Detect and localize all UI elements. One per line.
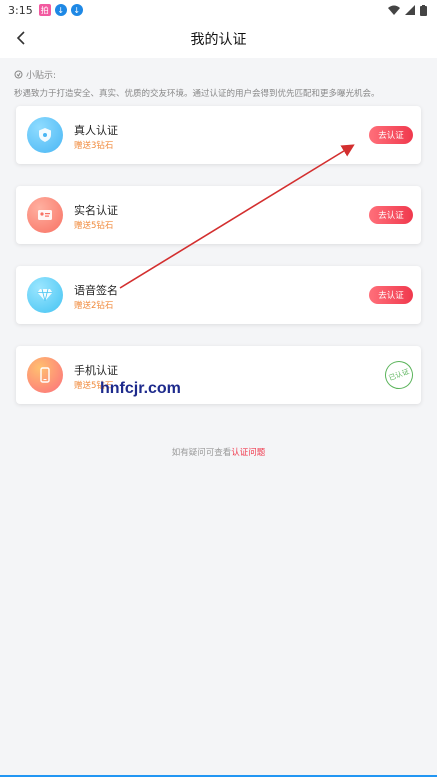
wifi-icon	[388, 5, 400, 15]
help-line: 如有疑问可查看认证问题	[0, 446, 437, 458]
chevron-left-icon	[16, 31, 25, 45]
verify-card-real-name: 实名认证 赠送5钻石 去认证	[16, 186, 421, 244]
shield-icon	[39, 128, 51, 142]
card-icon-wrapper	[27, 197, 63, 233]
tip-title: 小贴示:	[26, 71, 57, 81]
phone-icon	[40, 367, 50, 383]
card-icon-wrapper	[27, 117, 63, 153]
status-bar: 3:15 拍 ↓ ↓	[0, 0, 437, 20]
help-link[interactable]: 认证问题	[231, 448, 265, 458]
download-icon: ↓	[70, 4, 83, 16]
page-title: 我的认证	[190, 32, 247, 48]
id-card-icon	[38, 210, 52, 220]
battery-icon	[420, 4, 427, 16]
tip-text: 秒遇致力于打造安全、真实、优质的交友环境。通过认证的用户会得到优先匹配和更多曝光…	[14, 89, 380, 99]
card-label: 真人认证	[74, 124, 118, 137]
notification-app-icon: 拍	[38, 4, 51, 16]
verify-button[interactable]: 去认证	[369, 286, 413, 304]
app-header: 我的认证	[0, 20, 437, 58]
watermark-text: hnfcjr.com	[100, 380, 181, 397]
card-icon-wrapper	[27, 277, 63, 313]
verify-card-real-person: 真人认证 赠送3钻石 去认证	[16, 106, 421, 164]
status-time: 3:15	[8, 3, 33, 17]
bulb-icon	[14, 70, 23, 79]
card-label: 语音签名	[74, 284, 118, 297]
verify-button[interactable]: 去认证	[369, 206, 413, 224]
signal-icon	[405, 5, 415, 15]
card-reward: 赠送2钻石	[74, 301, 114, 311]
verify-card-voice-signature: 语音签名 赠送2钻石 去认证	[16, 266, 421, 324]
diamond-icon	[37, 288, 53, 302]
verify-card-phone: 手机认证 赠送5钻石 已认证	[16, 346, 421, 404]
verified-stamp: 已认证	[381, 357, 417, 393]
card-reward: 赠送5钻石	[74, 221, 114, 231]
help-prefix: 如有疑问可查看	[171, 448, 232, 458]
card-icon-wrapper	[27, 357, 63, 393]
download-icon: ↓	[54, 4, 67, 16]
card-reward: 赠送3钻石	[74, 141, 114, 151]
card-label: 手机认证	[74, 364, 118, 377]
tip-heading: 小贴示:	[14, 68, 56, 81]
back-button[interactable]	[10, 27, 32, 49]
card-label: 实名认证	[74, 204, 118, 217]
verify-button[interactable]: 去认证	[369, 126, 413, 144]
